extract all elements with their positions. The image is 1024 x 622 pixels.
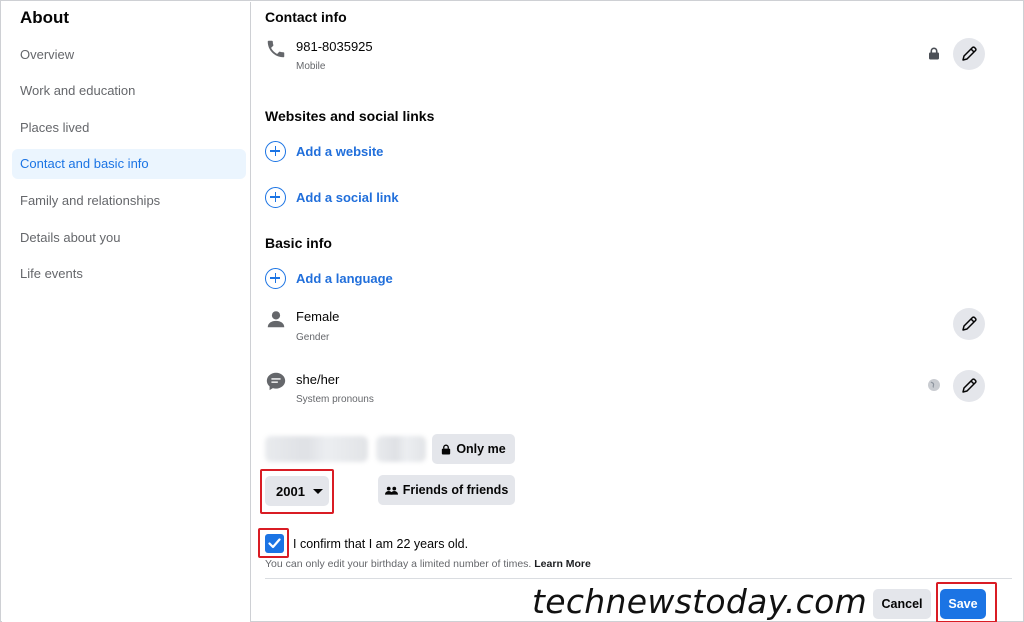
sidebar-item-life-events[interactable]: Life events (12, 259, 246, 289)
birth-year-value: 2001 (276, 483, 305, 499)
about-sidebar: About Overview Work and education Places… (2, 2, 251, 622)
add-social-link[interactable]: Add a social link (265, 185, 399, 209)
birthday-edit-note: You can only edit your birthday a limite… (265, 558, 591, 570)
checkmark-icon (268, 538, 281, 549)
chat-bubble-icon (266, 372, 286, 391)
year-privacy-button[interactable]: Friends of friends (378, 475, 515, 505)
websites-title: Websites and social links (265, 108, 435, 124)
birth-year-select[interactable]: 2001 (265, 476, 329, 506)
cancel-button[interactable]: Cancel (873, 589, 931, 619)
sidebar-title: About (20, 8, 70, 27)
date-privacy-button[interactable]: Only me (432, 434, 515, 464)
add-circle-icon (265, 186, 286, 208)
add-language-link[interactable]: Add a language (265, 266, 393, 290)
friends-icon (384, 486, 398, 495)
learn-more-link[interactable]: Learn More (534, 558, 591, 570)
gender-value: Female (296, 309, 340, 324)
contact-info-title: Contact info (265, 9, 347, 25)
edit-pronouns-button[interactable] (953, 370, 985, 402)
sidebar-item-work-and-education[interactable]: Work and education (12, 76, 246, 106)
sidebar-item-family-and-relationships[interactable]: Family and relationships (12, 186, 246, 216)
phone-type: Mobile (296, 61, 326, 72)
footer-divider (265, 578, 1012, 579)
person-icon (267, 311, 285, 328)
date-privacy-label: Only me (456, 442, 506, 456)
pronouns-value: she/her (296, 372, 340, 387)
lock-icon (929, 47, 939, 60)
add-circle-icon (265, 140, 286, 162)
pencil-icon (962, 46, 977, 61)
phone-number: 981-8035925 (296, 39, 373, 54)
edit-gender-button[interactable] (953, 308, 985, 340)
pencil-icon (962, 316, 977, 331)
phone-icon (267, 40, 285, 58)
add-social-label: Add a social link (296, 189, 399, 205)
add-circle-icon (265, 267, 286, 289)
confirm-age-checkbox[interactable] (265, 534, 284, 553)
watermark-text: technewstoday.com (532, 582, 868, 621)
birthday-note-text: You can only edit your birthday a limite… (265, 558, 532, 570)
birthday-month-blurred (376, 436, 426, 462)
chevron-down-icon (312, 488, 323, 494)
sidebar-item-overview[interactable]: Overview (12, 40, 246, 70)
save-button[interactable]: Save (940, 589, 986, 619)
gender-label: Gender (296, 332, 330, 343)
add-website-link[interactable]: Add a website (265, 139, 383, 163)
about-content: Contact info 981-8035925 Mobile Websites… (252, 2, 1024, 622)
sidebar-item-places-lived[interactable]: Places lived (12, 113, 246, 143)
sidebar-item-details-about-you[interactable]: Details about you (12, 223, 246, 253)
birthday-date-blurred (265, 436, 368, 462)
lock-icon (442, 444, 451, 454)
about-page: About Overview Work and education Places… (0, 0, 1024, 622)
basic-info-title: Basic info (265, 235, 332, 251)
pencil-icon (962, 378, 977, 393)
year-privacy-label: Friends of friends (402, 483, 509, 497)
add-website-label: Add a website (296, 143, 384, 159)
sidebar-item-contact-and-basic-info[interactable]: Contact and basic info (12, 149, 246, 179)
confirm-age-label: I confirm that I am 22 years old. (293, 537, 469, 551)
pronouns-label: System pronouns (296, 394, 374, 405)
add-language-label: Add a language (296, 270, 393, 286)
globe-icon (928, 379, 940, 391)
edit-phone-button[interactable] (953, 38, 985, 70)
